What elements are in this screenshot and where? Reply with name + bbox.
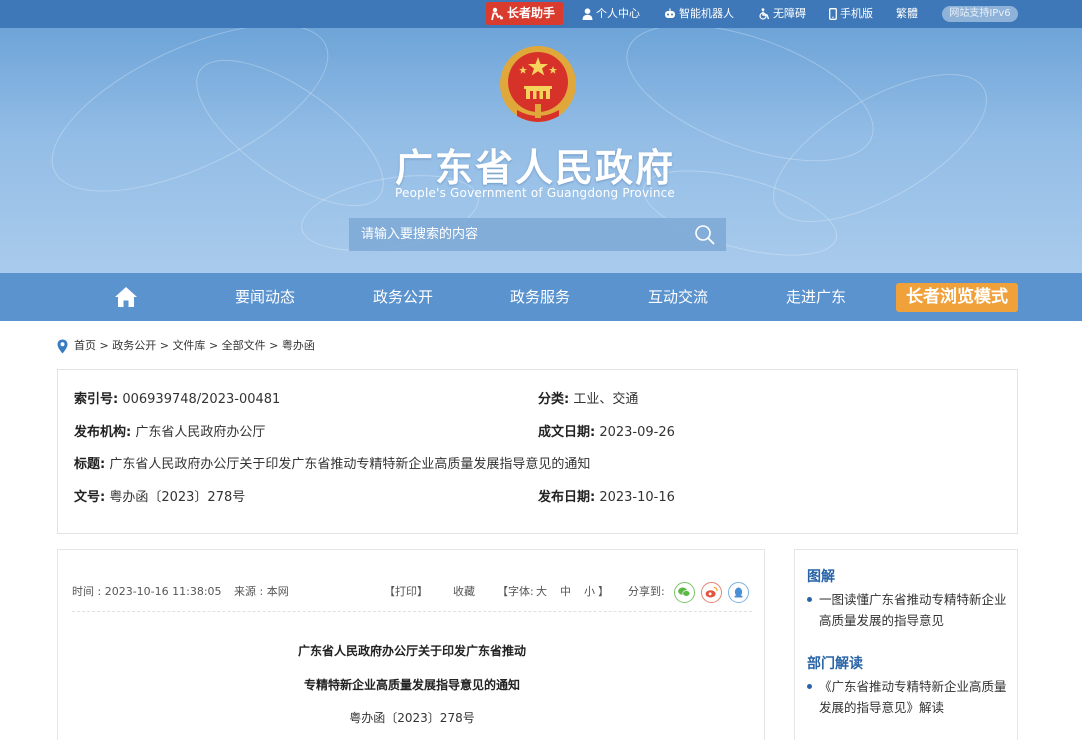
article-time: 时间 : 2023-10-16 11:38:05 (72, 585, 222, 598)
meta-written-date: 成文日期: 2023-09-26 (538, 421, 675, 440)
meta-publish-date-value: 2023-10-16 (599, 490, 675, 505)
phone-icon (829, 8, 837, 20)
font-medium-button[interactable]: 中 (560, 582, 571, 602)
sidebar-heading-interpretation: 部门解读 (807, 656, 863, 672)
meta-title: 标题: 广东省人民政府办公厅关于印发广东省推动专精特新企业高质量发展指导意见的通… (74, 453, 590, 472)
article-title-line-2: 专精特新企业高质量发展指导意见的通知 (303, 678, 520, 692)
meta-issuer-label: 发布机构: (74, 425, 132, 440)
font-small-button[interactable]: 小 (584, 582, 595, 602)
breadcrumb-separator: > (159, 339, 169, 352)
nav-item-news[interactable]: 要闻动态 (235, 273, 295, 321)
meta-category-value: 工业、交通 (573, 392, 639, 407)
meta-issuer-value: 广东省人民政府办公厅 (135, 425, 266, 440)
search-bar (349, 218, 726, 251)
nav-item-gov-affairs[interactable]: 政务公开 (373, 273, 433, 321)
elder-mode-button[interactable]: 长者浏览模式 (896, 283, 1018, 312)
robot-icon (665, 8, 675, 18)
meta-title-value: 广东省人民政府办公厅关于印发广东省推动专精特新企业高质量发展指导意见的通知 (109, 457, 591, 472)
top-utility-bar: 长者助手 个人中心 智能机器人 无障碍 手机版 繁體 网站支持IPv6 (0, 0, 1082, 28)
favorite-button[interactable]: 收藏 (453, 582, 475, 602)
article-source: 来源 : 本网 (234, 585, 289, 598)
breadcrumb-separator: > (99, 339, 109, 352)
breadcrumb-separator: > (269, 339, 279, 352)
meta-title-label: 标题: (74, 457, 106, 472)
traditional-chinese-link[interactable]: 繁體 (896, 0, 918, 28)
article-info-bar: 时间 : 2023-10-16 11:38:05 来源 : 本网 【打印】 收藏… (72, 582, 752, 603)
weibo-icon[interactable] (701, 582, 722, 603)
elder-person-icon (491, 7, 503, 20)
mobile-version-link[interactable]: 手机版 (829, 0, 873, 28)
meta-written-date-value: 2023-09-26 (599, 425, 675, 440)
main-nav: 要闻动态 政务公开 政务服务 互动交流 走进广东 长者浏览模式 (0, 273, 1082, 321)
search-input[interactable] (349, 218, 679, 251)
article-panel: 时间 : 2023-10-16 11:38:05 来源 : 本网 【打印】 收藏… (57, 549, 765, 740)
meta-index-value: 006939748/2023-00481 (122, 392, 281, 407)
breadcrumb-current[interactable]: 粤办函 (282, 339, 315, 352)
related-sidebar: 图解 一图读懂广东省推动专精特新企业高质量发展的指导意见 部门解读 《广东省推动… (794, 549, 1018, 740)
personal-center-link[interactable]: 个人中心 (582, 0, 640, 28)
meta-written-date-label: 成文日期: (538, 425, 596, 440)
bullet-dot (807, 597, 812, 602)
sidebar-item-infographic-text[interactable]: 一图读懂广东省推动专精特新企业高质量发展的指导意见 (807, 589, 1012, 631)
user-icon (582, 8, 593, 20)
breadcrumb-separator: > (208, 339, 219, 352)
meta-issuer: 发布机构: 广东省人民政府办公厅 (74, 421, 265, 440)
sidebar-item-infographic[interactable]: 一图读懂广东省推动专精特新企业高质量发展的指导意见 (807, 589, 1012, 631)
breadcrumb: 首页 > 政务公开 > 文件库 > 全部文件 > 粤办函 (57, 336, 315, 356)
sidebar-item-interpretation[interactable]: 《广东省推动专精特新企业高质量发展的指导意见》解读 (807, 676, 1012, 718)
ipv6-badge: 网站支持IPv6 (942, 6, 1018, 22)
qq-icon[interactable] (728, 582, 749, 603)
font-large-button[interactable]: 大 (536, 582, 547, 602)
meta-doc-no-value: 粤办函〔2023〕278号 (109, 490, 246, 505)
home-icon[interactable] (114, 286, 138, 308)
breadcrumb-file-library[interactable]: 文件库 (172, 339, 205, 352)
breadcrumb-gov-affairs[interactable]: 政务公开 (112, 339, 156, 352)
meta-index-label: 索引号: (74, 392, 119, 407)
site-subtitle: People's Government of Guangdong Provinc… (395, 186, 675, 200)
meta-category: 分类: 工业、交通 (538, 388, 638, 407)
wheelchair-icon (759, 8, 770, 20)
share-label: 分享到: (628, 585, 665, 598)
meta-doc-no-label: 文号: (74, 490, 106, 505)
print-button[interactable]: 【打印】 (384, 582, 428, 602)
accessibility-link[interactable]: 无障碍 (758, 0, 806, 28)
document-metadata: 索引号: 006939748/2023-00481 分类: 工业、交通 发布机构… (57, 369, 1018, 534)
header-banner: 广东省人民政府 People's Government of Guangdong… (0, 28, 1082, 273)
elder-assistant-button[interactable]: 长者助手 (486, 2, 563, 25)
nav-item-interaction[interactable]: 互动交流 (648, 273, 708, 321)
meta-category-label: 分类: (538, 392, 570, 407)
article-divider (72, 611, 752, 612)
wechat-icon[interactable] (674, 582, 695, 603)
site-title: 广东省人民政府 (395, 146, 676, 190)
meta-publish-date: 发布日期: 2023-10-16 (538, 486, 675, 505)
nav-item-gov-services[interactable]: 政务服务 (510, 273, 570, 321)
sidebar-heading-infographic: 图解 (807, 569, 835, 585)
breadcrumb-all-files[interactable]: 全部文件 (222, 339, 266, 352)
search-icon[interactable] (694, 224, 716, 246)
bullet-dot (807, 684, 812, 689)
robot-link[interactable]: 智能机器人 (664, 0, 734, 28)
font-size-close: 】 (598, 585, 609, 598)
national-emblem-icon (500, 46, 576, 122)
meta-publish-date-label: 发布日期: (538, 490, 596, 505)
meta-index: 索引号: 006939748/2023-00481 (74, 388, 280, 407)
article-doc-number: 粤办函〔2023〕278号 (349, 711, 475, 725)
sidebar-item-interpretation-text[interactable]: 《广东省推动专精特新企业高质量发展的指导意见》解读 (807, 676, 1012, 718)
font-size-label: 【字体: (497, 585, 534, 598)
meta-doc-no: 文号: 粤办函〔2023〕278号 (74, 486, 245, 505)
breadcrumb-home[interactable]: 首页 (74, 339, 96, 352)
article-title-line-1: 广东省人民政府办公厅关于印发广东省推动 (297, 644, 526, 658)
nav-item-about-guangdong[interactable]: 走进广东 (786, 273, 846, 321)
location-pin-icon (57, 339, 68, 353)
